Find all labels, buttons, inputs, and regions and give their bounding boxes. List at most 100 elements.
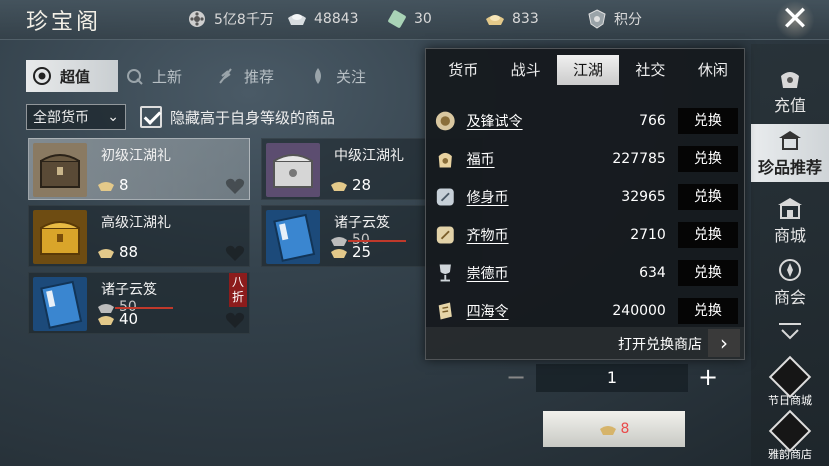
shop-item-senior-gift[interactable]: 高级江湖礼 88 [28, 205, 250, 267]
currency-silver-value: 48843 [314, 11, 359, 27]
item-name: 初级江湖礼 [101, 148, 171, 164]
currency-jade[interactable]: 30 [386, 9, 432, 29]
tab-value-deals[interactable]: 超值 [26, 60, 118, 92]
chevron-down-icon [779, 323, 801, 340]
nav-mall[interactable]: 商城 [751, 192, 829, 250]
nav-label: 珍品推荐 [757, 158, 822, 177]
currency-gold-value: 833 [512, 11, 539, 27]
decrease-quantity-button[interactable]: − [502, 364, 530, 392]
jade-token-icon [388, 10, 406, 28]
guild-emblem-icon [779, 259, 801, 281]
popup-tab-currency[interactable]: 货币 [432, 55, 494, 85]
gold-ingot-icon [331, 249, 347, 258]
exchange-row: 福币 227785 兑换 [434, 143, 738, 175]
exchange-button[interactable]: 兑换 [677, 146, 738, 172]
discount-badge: 八折 [229, 273, 247, 307]
film-reel-coin-icon [189, 11, 205, 27]
open-exchange-shop-button[interactable]: › [708, 329, 740, 357]
exchange-button[interactable]: 兑换 [677, 222, 738, 248]
tab-new[interactable]: 上新 [118, 60, 210, 92]
points-button[interactable]: 积分 [586, 9, 642, 29]
favorite-heart-icon[interactable] [225, 244, 245, 262]
currency-name[interactable]: 修身币 [467, 187, 552, 207]
nav-recharge[interactable]: 充值 [751, 62, 829, 120]
shop-item-junior-gift[interactable]: 初级江湖礼 8 [28, 138, 250, 200]
increase-quantity-button[interactable]: + [694, 364, 722, 392]
item-name: 诸子云笈 [101, 282, 157, 298]
nav-treasure-recommend[interactable]: 珍品推荐 [751, 124, 829, 182]
hide-higher-level-toggle[interactable]: 隐藏高于自身等级的商品 [140, 106, 335, 128]
qiwu-coin-icon [436, 226, 454, 244]
medal-token-icon [435, 111, 455, 131]
nav-guild[interactable]: 商会 [751, 254, 829, 312]
gold-ingot-icon [599, 426, 616, 435]
currency-count: 240000 [612, 303, 666, 319]
currency-name[interactable]: 福币 [467, 149, 552, 169]
silver-ingot-icon [288, 14, 306, 25]
plus-icon: + [697, 363, 719, 391]
popup-tab-jianghu[interactable]: 江湖 [556, 55, 620, 85]
tab-follow[interactable]: 关注 [302, 60, 394, 92]
shop-item-scroll-book-discount[interactable]: 诸子云笈 50 40 八折 [28, 272, 250, 334]
exchange-button[interactable]: 兑换 [677, 108, 738, 134]
quantity-field[interactable]: 1 [536, 364, 688, 392]
exchange-button[interactable]: 兑换 [677, 260, 738, 286]
exchange-row: 修身币 32965 兑换 [434, 181, 738, 213]
points-label: 积分 [614, 12, 642, 28]
currency-name[interactable]: 四海令 [467, 301, 552, 321]
exchange-button[interactable]: 兑换 [677, 184, 738, 210]
item-price-value: 40 [119, 310, 139, 328]
currency-filter-select[interactable]: 全部货币 ⌄ [26, 104, 126, 130]
treasure-pavilion-icon [779, 131, 801, 150]
currency-name[interactable]: 及锋试令 [467, 111, 552, 131]
exchange-row: 及锋试令 766 兑换 [434, 105, 738, 137]
elegance-shop-icon [768, 409, 812, 453]
book-icon [266, 210, 320, 264]
currency-coins[interactable]: 5亿8千万 [186, 9, 274, 29]
popup-tab-leisure[interactable]: 休闲 [682, 55, 744, 85]
open-exchange-shop-bar[interactable]: 打开兑换商店 › [426, 327, 744, 359]
buy-button[interactable]: 8 [543, 411, 685, 447]
currency-coins-value: 5亿8千万 [214, 12, 274, 28]
gold-ingot-icon [486, 15, 504, 25]
currency-gold[interactable]: 833 [484, 9, 539, 29]
popup-tabs: 货币 战斗 江湖 社交 休闲 [432, 55, 744, 85]
currency-name[interactable]: 崇德币 [467, 263, 552, 283]
page-title: 珍宝阁 [26, 10, 102, 35]
recharge-bag-icon [781, 72, 799, 88]
popup-tab-combat[interactable]: 战斗 [494, 55, 556, 85]
elegance-shop-button[interactable]: 雅韵商店 [751, 409, 829, 466]
nav-label: 商会 [773, 288, 806, 307]
popup-tab-social[interactable]: 社交 [619, 55, 681, 85]
chevron-down-icon: ⌄ [107, 109, 119, 125]
gift-chest-icon [266, 143, 320, 197]
gold-ingot-icon [98, 316, 114, 325]
follow-leaf-icon [315, 68, 321, 84]
gift-chest-icon [33, 143, 87, 197]
item-price: 40 [97, 310, 138, 328]
currency-name[interactable]: 齐物币 [467, 225, 552, 245]
right-nav: 充值 珍品推荐 商城 商会 节日商城 雅韵商店 [751, 44, 829, 466]
tab-label: 关注 [336, 67, 367, 86]
festival-shop-button[interactable]: 节日商城 [751, 355, 829, 414]
currency-count: 634 [639, 265, 666, 281]
currency-count: 2710 [630, 227, 666, 243]
favorite-heart-icon[interactable] [225, 177, 245, 195]
nav-label: 商城 [773, 226, 806, 245]
item-price-value: 8 [119, 176, 129, 194]
quantity-stepper: − 1 + [502, 364, 722, 392]
target-icon [33, 67, 51, 85]
gift-chest-icon [33, 210, 87, 264]
exchange-button[interactable]: 兑换 [677, 298, 738, 324]
close-button[interactable]: ✕ [775, 1, 815, 39]
tab-recommend[interactable]: 推荐 [210, 60, 302, 92]
favorite-heart-icon[interactable] [225, 311, 245, 329]
currency-silver[interactable]: 48843 [286, 9, 359, 29]
points-shield-icon [588, 9, 606, 29]
buy-price: 8 [620, 421, 630, 437]
cultivation-coin-icon [436, 188, 454, 206]
hide-higher-level-checkbox[interactable] [140, 106, 162, 128]
item-name: 诸子云笈 [334, 215, 390, 231]
nav-expand[interactable] [751, 316, 829, 350]
item-price: 88 [97, 243, 138, 261]
